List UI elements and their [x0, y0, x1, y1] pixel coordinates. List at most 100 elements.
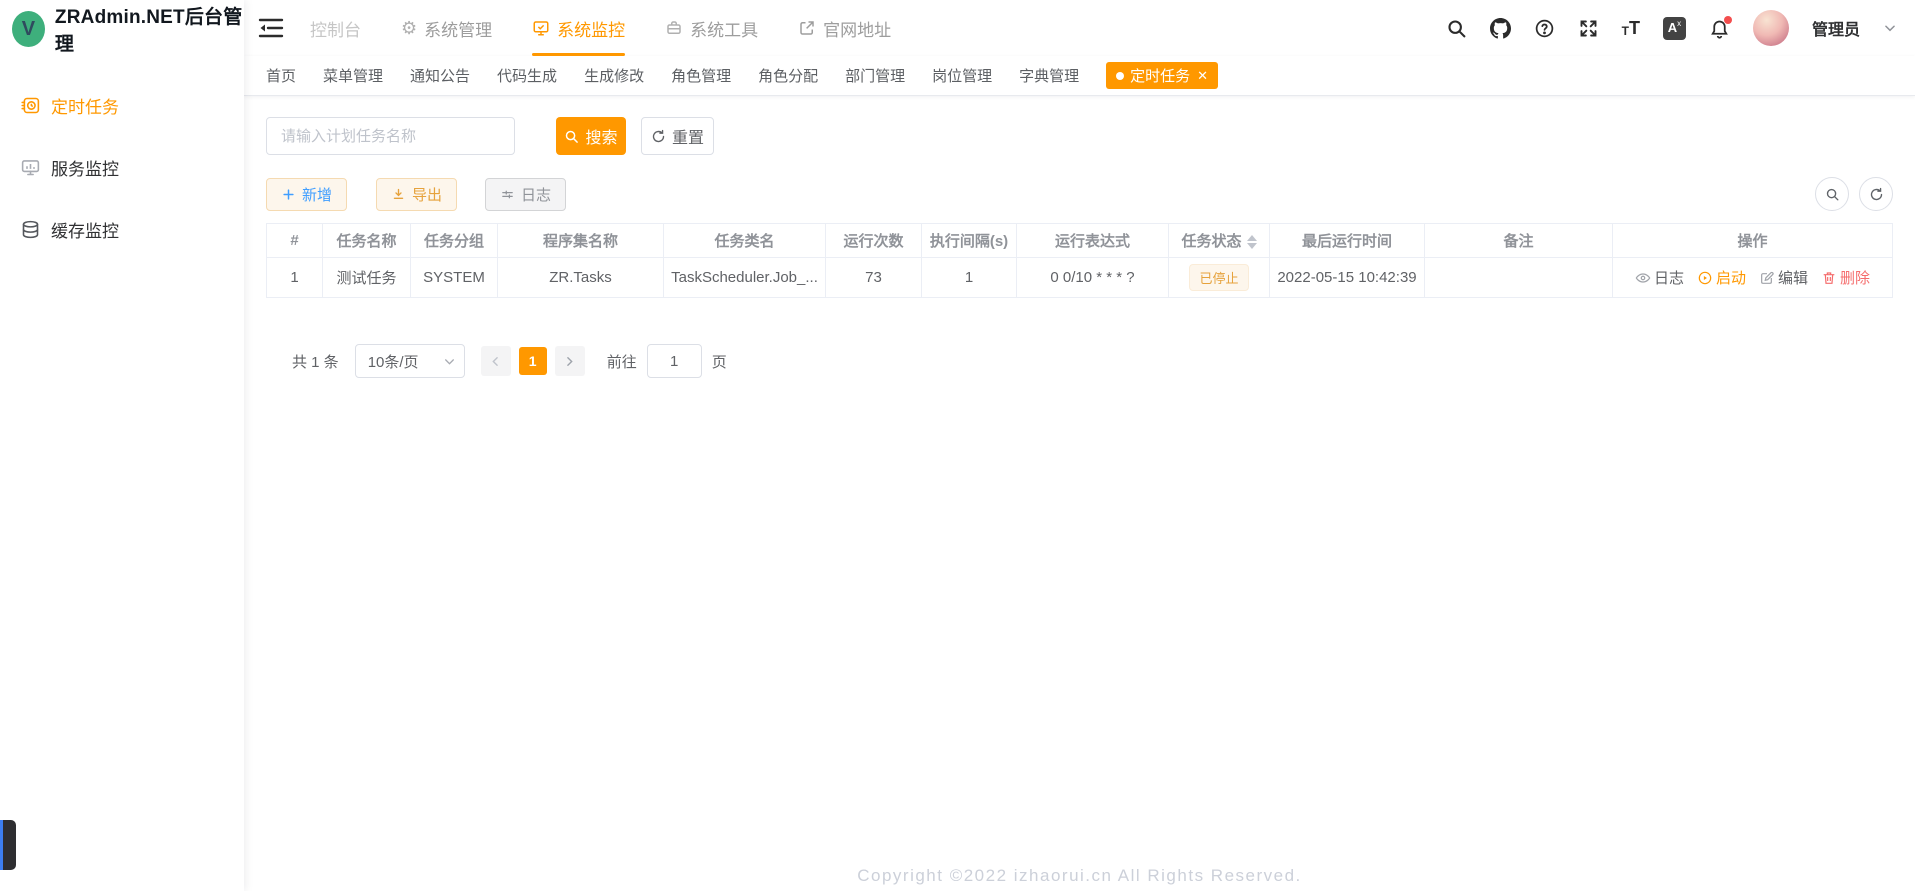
sidebar-item-label: 定时任务 — [51, 93, 119, 118]
tab-role-assignment[interactable]: 角色分配 — [758, 65, 818, 86]
top-navbar: 控制台 ⚙ 系统管理 系统监控 — [244, 0, 1915, 56]
reset-button-label: 重置 — [672, 124, 704, 148]
reset-button[interactable]: 重置 — [641, 117, 714, 155]
sliders-icon — [500, 187, 515, 202]
refresh-icon — [651, 129, 666, 144]
col-run-count: 运行次数 — [826, 224, 922, 258]
tab-dictionary-management[interactable]: 字典管理 — [1019, 65, 1079, 86]
add-button[interactable]: 新增 — [266, 178, 347, 211]
page-size-select[interactable]: 10条/页 — [355, 344, 465, 378]
log-button-label: 日志 — [521, 184, 551, 205]
nav-item-system-monitor[interactable]: 系统监控 — [532, 0, 625, 56]
sidebar-collapse-icon[interactable] — [258, 17, 284, 39]
nav-item-system-management[interactable]: ⚙ 系统管理 — [401, 0, 492, 56]
sidebar-item-label: 服务监控 — [51, 155, 119, 180]
cell-remark — [1425, 258, 1613, 298]
row-log-link[interactable]: 日志 — [1635, 267, 1684, 288]
table-search-toggle-button[interactable] — [1815, 177, 1849, 211]
goto-page-input[interactable] — [647, 344, 702, 378]
filter-row: 搜索 重置 — [266, 117, 1893, 155]
tab-role-management[interactable]: 角色管理 — [671, 65, 731, 86]
tab-home[interactable]: 首页 — [266, 65, 296, 86]
tab-department-management[interactable]: 部门管理 — [845, 65, 905, 86]
eye-icon — [1635, 270, 1651, 286]
help-icon[interactable] — [1534, 18, 1555, 39]
pagination: 共 1 条 10条/页 1 前往 页 — [292, 344, 1893, 378]
nav-item-system-tools[interactable]: 系统工具 — [665, 0, 758, 56]
nav-item-console[interactable]: 控制台 — [310, 0, 361, 56]
row-delete-link[interactable]: 删除 — [1821, 267, 1870, 288]
table-header-row: # 任务名称 任务分组 程序集名称 任务类名 运行次数 执行间隔(s) 运行表达… — [267, 224, 1893, 258]
notification-bell-icon[interactable] — [1709, 18, 1730, 39]
pagination-total: 共 1 条 — [292, 351, 339, 372]
search-button-label: 搜索 — [585, 124, 617, 148]
cell-run-count: 73 — [826, 258, 922, 298]
user-name[interactable]: 管理员 — [1812, 16, 1860, 40]
row-log-label: 日志 — [1654, 267, 1684, 288]
previous-page-button[interactable] — [481, 346, 511, 376]
export-button[interactable]: 导出 — [376, 178, 457, 211]
row-edit-link[interactable]: 编辑 — [1759, 267, 1808, 288]
cell-assembly: ZR.Tasks — [498, 258, 664, 298]
main-area: 控制台 ⚙ 系统管理 系统监控 — [244, 0, 1915, 891]
task-name-input[interactable] — [266, 117, 515, 155]
table-refresh-button[interactable] — [1859, 177, 1893, 211]
footer: Copyright ©2022 izhaorui.cn All Rights R… — [244, 866, 1915, 886]
app-window: V ZRAdmin.NET后台管理 定时任务 — [0, 0, 1915, 891]
github-icon[interactable] — [1490, 18, 1511, 39]
nav-item-official-site[interactable]: 官网地址 — [798, 0, 891, 56]
col-last-run: 最后运行时间 — [1270, 224, 1425, 258]
font-size-icon[interactable]: TT — [1622, 19, 1640, 37]
logo[interactable]: V ZRAdmin.NET后台管理 — [0, 0, 244, 58]
search-icon[interactable] — [1446, 18, 1467, 39]
table-row: 1 测试任务 SYSTEM ZR.Tasks TaskScheduler.Job… — [267, 258, 1893, 298]
tag-view-bar: 首页 菜单管理 通知公告 代码生成 生成修改 角色管理 角色分配 部门管理 岗位… — [244, 56, 1915, 96]
monitor-check-icon — [532, 19, 550, 37]
sidebar-menu: 定时任务 服务监控 — [0, 74, 244, 260]
cell-task-group: SYSTEM — [411, 258, 498, 298]
play-circle-icon — [1697, 270, 1713, 286]
external-link-icon — [798, 19, 816, 37]
sidebar-item-cache-monitor[interactable]: 缓存监控 — [0, 198, 244, 260]
col-status: 任务状态 — [1169, 224, 1270, 258]
docked-widget[interactable] — [0, 820, 16, 870]
tab-notice[interactable]: 通知公告 — [410, 65, 470, 86]
tab-close-icon[interactable]: ✕ — [1197, 69, 1208, 82]
sidebar: V ZRAdmin.NET后台管理 定时任务 — [0, 0, 244, 891]
page-number-1[interactable]: 1 — [519, 347, 547, 375]
tab-generate-modify[interactable]: 生成修改 — [584, 65, 644, 86]
plus-icon — [281, 187, 296, 202]
log-button[interactable]: 日志 — [485, 178, 566, 211]
tab-post-management[interactable]: 岗位管理 — [932, 65, 992, 86]
chevron-down-icon[interactable] — [1883, 21, 1897, 35]
content-area: 搜索 重置 新增 — [244, 96, 1915, 378]
status-badge: 已停止 — [1189, 264, 1248, 291]
navbar-right: TT Ax 管理员 — [1446, 10, 1897, 46]
translate-icon[interactable]: Ax — [1663, 17, 1686, 40]
tab-menu-management[interactable]: 菜单管理 — [323, 65, 383, 86]
service-monitor-icon — [20, 157, 41, 178]
notification-badge — [1724, 16, 1732, 24]
search-button[interactable]: 搜索 — [556, 117, 626, 155]
row-start-link[interactable]: 启动 — [1697, 267, 1746, 288]
chevron-left-icon — [489, 355, 502, 368]
copyright-text: Copyright ©2022 izhaorui.cn All Rights R… — [857, 866, 1302, 885]
tab-code-generation[interactable]: 代码生成 — [497, 65, 557, 86]
sidebar-item-scheduled-tasks[interactable]: 定时任务 — [0, 74, 244, 136]
user-avatar[interactable] — [1753, 10, 1789, 46]
tab-scheduled-tasks-active[interactable]: 定时任务 ✕ — [1106, 62, 1218, 89]
next-page-button[interactable] — [555, 346, 585, 376]
cell-interval: 1 — [922, 258, 1017, 298]
top-nav-menu: 控制台 ⚙ 系统管理 系统监控 — [310, 0, 931, 56]
nav-item-label: 官网地址 — [823, 16, 891, 41]
active-tab-dot — [1116, 72, 1124, 80]
sort-carets-icon[interactable] — [1247, 235, 1257, 249]
col-assembly: 程序集名称 — [498, 224, 664, 258]
col-interval: 执行间隔(s) — [922, 224, 1017, 258]
fullscreen-icon[interactable] — [1578, 18, 1599, 39]
sidebar-item-service-monitor[interactable]: 服务监控 — [0, 136, 244, 198]
nav-item-label: 系统管理 — [424, 16, 492, 41]
cell-cron: 0 0/10 * * * ? — [1017, 258, 1169, 298]
add-button-label: 新增 — [302, 184, 332, 205]
col-actions: 操作 — [1613, 224, 1893, 258]
